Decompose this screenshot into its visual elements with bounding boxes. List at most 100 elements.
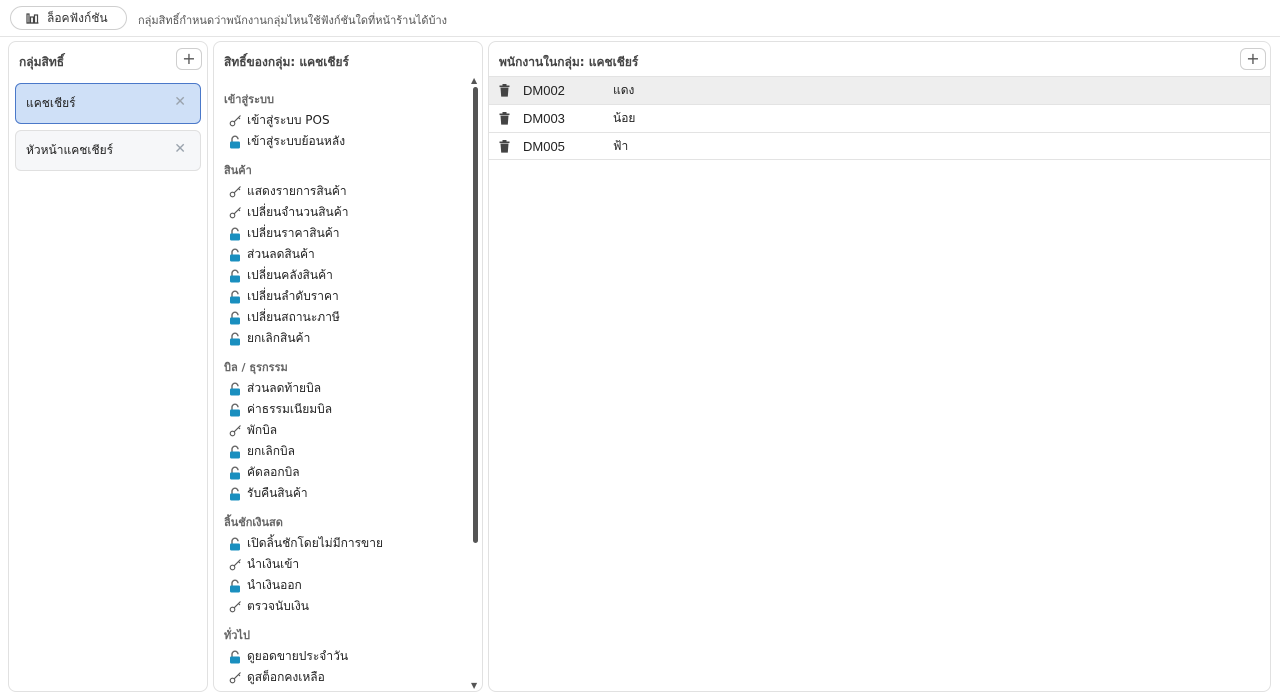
group-card[interactable]: แคชเชียร์ ✕: [15, 83, 201, 124]
table-row[interactable]: DM003 น้อย: [489, 104, 1270, 132]
permission-label: เข้าสู่ระบบย้อนหลัง: [247, 134, 346, 148]
add-employee-button[interactable]: +: [1240, 48, 1266, 70]
permission-item[interactable]: นำเงินออก: [214, 575, 470, 596]
permission-item[interactable]: เปลี่ยนราคาสินค้า: [214, 223, 470, 244]
lock-icon: [228, 269, 242, 283]
lock-icon: [228, 537, 242, 551]
permission-label: แสดงรายการสินค้า: [247, 184, 347, 198]
permission-item[interactable]: เปลี่ยนสถานะภาษี: [214, 307, 470, 328]
permission-item[interactable]: ดูยอดขายประจำวัน: [214, 646, 470, 667]
permission-label: คัดลอกบิล: [247, 465, 300, 479]
permission-item[interactable]: ตรวจนับเงิน: [214, 596, 470, 617]
lock-function-label: ล็อคฟังก์ชัน: [47, 10, 108, 25]
employees-panel-title: พนักงานในกลุ่ม: แคชเชียร์: [499, 55, 639, 69]
lock-function-button[interactable]: ล็อคฟังก์ชัน: [10, 6, 127, 30]
lock-icon: [228, 135, 242, 149]
permission-item[interactable]: เปลี่ยนจำนวนสินค้า: [214, 202, 470, 223]
permission-scrollbar[interactable]: ▲ ▼: [471, 76, 481, 690]
key-icon: [228, 114, 242, 128]
scroll-up-arrow-icon[interactable]: ▲: [471, 76, 477, 85]
close-icon[interactable]: ✕: [174, 94, 186, 110]
group-label: หัวหน้าแคชเชียร์: [26, 143, 114, 157]
lock-icon: [228, 466, 242, 480]
employee-name: ฟ้า: [613, 138, 629, 153]
trash-icon[interactable]: [499, 84, 510, 97]
groups-panel: กลุ่มสิทธิ์ + แคชเชียร์ ✕ หัวหน้าแคชเชียร์…: [8, 41, 208, 692]
group-card[interactable]: หัวหน้าแคชเชียร์ ✕: [15, 130, 201, 171]
permissions-panel-title: สิทธิ์ของกลุ่ม: แคชเชียร์: [224, 55, 349, 69]
permission-label: ดูยอดขายประจำวัน: [247, 649, 349, 663]
permission-label: นำเงินออก: [247, 578, 302, 592]
top-description: กลุ่มสิทธิ์กำหนดว่าพนักงานกลุ่มไหนใช้ฟัง…: [138, 14, 448, 27]
permissions-panel: สิทธิ์ของกลุ่ม: แคชเชียร์ เข้าสู่ระบบ เข้…: [213, 41, 483, 692]
permission-category-title: บิล / ธุรกรรม: [224, 361, 288, 374]
permission-label: เปลี่ยนราคาสินค้า: [247, 226, 340, 240]
lock-icon: [228, 382, 242, 396]
permission-label: ค่าธรรมเนียมบิล: [247, 402, 333, 416]
employee-code: DM005: [523, 138, 565, 154]
permission-label: พักบิล: [247, 423, 278, 437]
permission-item[interactable]: ส่วนลดสินค้า: [214, 244, 470, 265]
top-bar: ล็อคฟังก์ชัน กลุ่มสิทธิ์กำหนดว่าพนักงานก…: [0, 0, 1280, 37]
permission-label: เปิดลิ้นชักโดยไม่มีการขาย: [247, 536, 384, 550]
lock-icon: [228, 248, 242, 262]
permission-label: เปลี่ยนลำดับราคา: [247, 289, 339, 303]
permission-item[interactable]: เข้าสู่ระบบ POS: [214, 110, 470, 131]
key-icon: [228, 600, 242, 614]
key-icon: [228, 558, 242, 572]
permission-label: เปลี่ยนจำนวนสินค้า: [247, 205, 349, 219]
employee-table: DM002 แดง DM003 น้อย DM005 ฟ้า: [489, 76, 1270, 160]
trash-icon[interactable]: [499, 140, 510, 153]
table-row[interactable]: DM002 แดง: [489, 76, 1270, 104]
permission-category-title: เข้าสู่ระบบ: [224, 93, 274, 106]
trash-icon[interactable]: [499, 112, 510, 125]
permission-label: ดูสต็อกคงเหลือ: [247, 670, 325, 684]
permission-item[interactable]: แสดงรายการสินค้า: [214, 181, 470, 202]
group-label: แคชเชียร์: [26, 96, 76, 110]
lock-icon: [228, 579, 242, 593]
permission-item[interactable]: เปิดลิ้นชักโดยไม่มีการขาย: [214, 533, 470, 554]
permission-label: นำเงินเข้า: [247, 557, 300, 571]
permission-item[interactable]: เปลี่ยนลำดับราคา: [214, 286, 470, 307]
lock-icon: [228, 290, 242, 304]
permission-item[interactable]: คัดลอกบิล: [214, 462, 470, 483]
permission-list: เข้าสู่ระบบเข้าสู่ระบบ POS เข้าสู่ระบบย้อ…: [214, 78, 470, 691]
scroll-down-arrow-icon[interactable]: ▼: [471, 681, 477, 690]
employees-panel: พนักงานในกลุ่ม: แคชเชียร์ + DM002 แดง DM00…: [488, 41, 1271, 692]
permission-item[interactable]: พักบิล: [214, 420, 470, 441]
lock-icon: [228, 227, 242, 241]
permission-label: ตรวจนับเงิน: [247, 599, 309, 613]
permission-item[interactable]: ส่วนลดท้ายบิล: [214, 378, 470, 399]
permission-item[interactable]: ยกเลิกสินค้า: [214, 328, 470, 349]
permission-label: เปลี่ยนคลังสินค้า: [247, 268, 333, 282]
employee-code: DM002: [523, 83, 565, 98]
permission-item[interactable]: เข้าสู่ระบบย้อนหลัง: [214, 131, 470, 152]
permission-category-title: ทั่วไป: [224, 629, 250, 642]
key-icon: [228, 671, 242, 685]
permission-category-title: ลิ้นชักเงินสด: [224, 516, 283, 529]
permission-item[interactable]: เปลี่ยนคลังสินค้า: [214, 265, 470, 286]
lock-icon: [228, 311, 242, 325]
permission-label: ส่วนลดท้ายบิล: [247, 381, 322, 395]
permission-label: เข้าสู่ระบบ POS: [247, 113, 330, 127]
permission-item[interactable]: รับคืนสินค้า: [214, 483, 470, 504]
permission-label: เปลี่ยนสถานะภาษี: [247, 310, 340, 324]
permission-label: ยกเลิกบิล: [247, 444, 295, 458]
scrollbar-thumb[interactable]: [473, 87, 478, 543]
lock-icon: [228, 650, 242, 664]
employee-name: แดง: [613, 83, 635, 97]
add-group-button[interactable]: +: [176, 48, 202, 70]
table-row[interactable]: DM005 ฟ้า: [489, 132, 1270, 160]
permission-item[interactable]: ยกเลิกบิล: [214, 441, 470, 462]
permission-item[interactable]: ค่าธรรมเนียมบิล: [214, 399, 470, 420]
lock-function-icon: [26, 13, 39, 24]
key-icon: [228, 206, 242, 220]
permission-item[interactable]: ดูสต็อกคงเหลือ: [214, 667, 470, 688]
group-list: แคชเชียร์ ✕ หัวหน้าแคชเชียร์ ✕: [15, 83, 201, 177]
permission-item[interactable]: นำเงินเข้า: [214, 554, 470, 575]
lock-icon: [228, 332, 242, 346]
employee-code: DM003: [523, 111, 565, 126]
close-icon[interactable]: ✕: [174, 141, 186, 157]
permission-label: ยกเลิกสินค้า: [247, 331, 311, 345]
groups-panel-title: กลุ่มสิทธิ์: [19, 55, 65, 69]
